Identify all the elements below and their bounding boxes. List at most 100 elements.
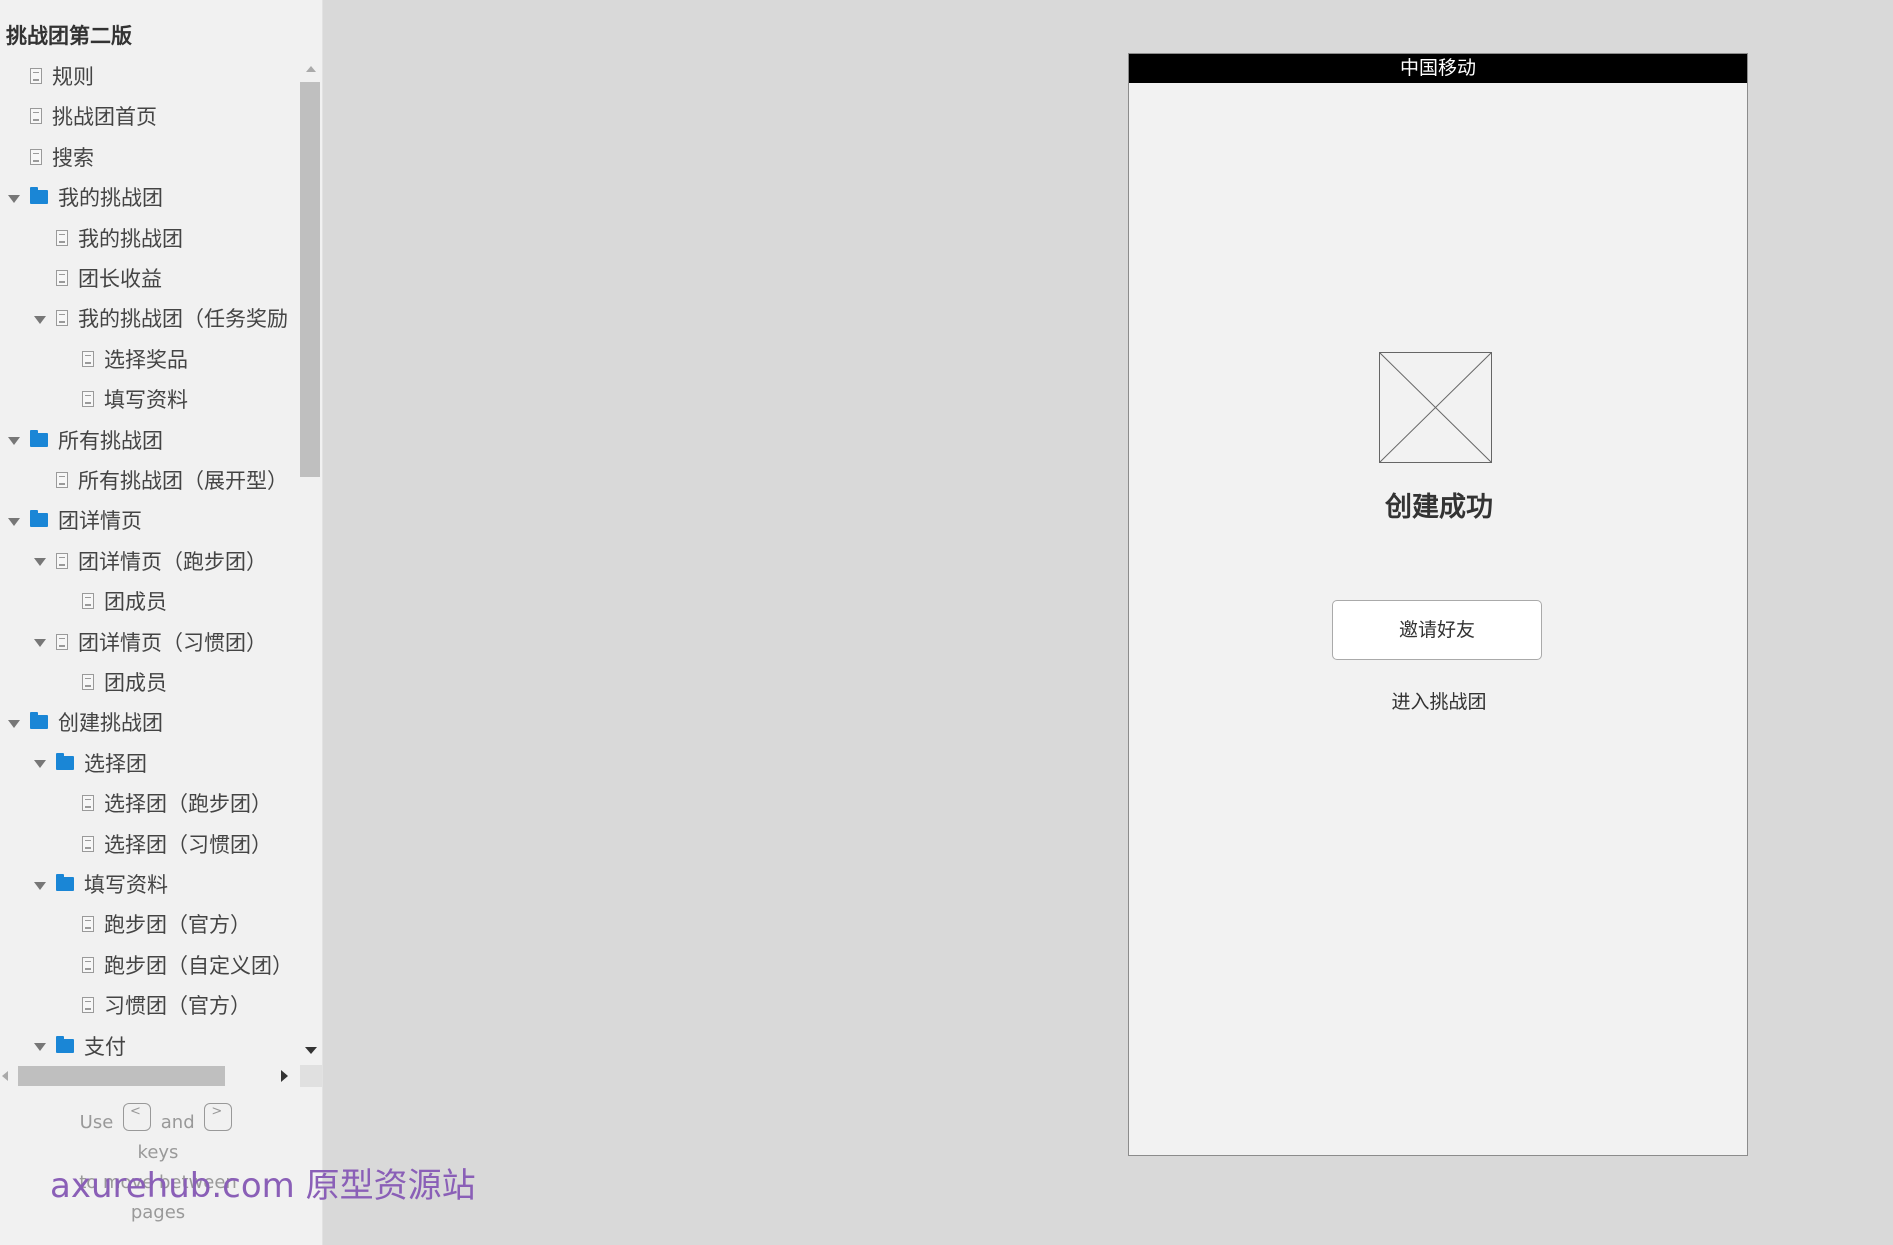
sitemap-folder-item[interactable]: 支付	[0, 1026, 300, 1056]
sitemap-page-item[interactable]: 选择团（跑步团）	[0, 783, 300, 823]
sitemap-folder-item[interactable]: 填写资料	[0, 864, 300, 904]
success-title: 创建成功	[1385, 492, 1493, 523]
sitemap-page-item[interactable]: 填写资料	[0, 379, 300, 419]
page-icon	[82, 916, 94, 933]
sitemap-item-label: 填写资料	[84, 873, 168, 897]
sitemap-page-item[interactable]: 跑步团（自定义团）	[0, 945, 300, 985]
vertical-scroll-thumb[interactable]	[300, 82, 320, 477]
sitemap-page-item[interactable]: 搜索	[0, 137, 300, 177]
watermark: axurehub.com 原型资源站	[50, 1166, 476, 1206]
sitemap-item-label: 我的挑战团（任务奖励	[78, 307, 288, 332]
sitemap-page-item[interactable]: 团长收益	[0, 258, 300, 298]
sitemap-page-item[interactable]: 规则	[0, 56, 300, 96]
page-icon	[82, 835, 94, 852]
triangle-down-icon[interactable]	[8, 437, 20, 446]
triangle-down-icon[interactable]	[8, 194, 20, 203]
triangle-down-icon[interactable]	[34, 558, 46, 567]
sitemap-item-label: 我的挑战团	[78, 226, 183, 251]
horizontal-scrollbar[interactable]	[0, 1065, 322, 1087]
scroll-down-arrow-icon[interactable]	[305, 1047, 317, 1054]
page-icon	[82, 593, 94, 610]
scroll-right-arrow-icon[interactable]	[281, 1070, 288, 1082]
invite-friends-button[interactable]: 邀请好友	[1332, 600, 1542, 660]
sitemap-page-item[interactable]: 选择奖品	[0, 339, 300, 379]
image-placeholder-icon	[1379, 352, 1492, 463]
page-icon	[30, 148, 42, 165]
hint-and-text: and	[160, 1112, 195, 1133]
folder-icon	[30, 712, 48, 730]
triangle-down-icon[interactable]	[8, 517, 20, 526]
page-icon	[82, 795, 94, 812]
sitemap-page-item[interactable]: 团详情页（跑步团）	[0, 541, 300, 581]
triangle-down-icon[interactable]	[34, 881, 46, 890]
page-icon	[82, 391, 94, 408]
sitemap-folder-item[interactable]: 所有挑战团	[0, 420, 300, 460]
scrollbar-corner	[300, 1065, 322, 1087]
sitemap-item-label: 团详情页	[58, 509, 142, 534]
sitemap-page-item[interactable]: 挑战团首页	[0, 96, 300, 136]
sitemap-page-item[interactable]: 团成员	[0, 662, 300, 702]
sitemap-item-label: 选择团	[84, 751, 147, 776]
folder-icon	[30, 187, 48, 205]
status-bar: 中国移动	[1129, 54, 1747, 83]
sitemap-item-label: 习惯团（官方）	[104, 994, 251, 1019]
sitemap-page-item[interactable]: 选择团（习惯团）	[0, 824, 300, 864]
sitemap-page-item[interactable]: 我的挑战团	[0, 218, 300, 258]
phone-prototype: 中国移动 创建成功 邀请好友 进入挑战团	[1128, 53, 1748, 1156]
triangle-down-icon[interactable]	[8, 719, 20, 728]
page-icon	[82, 350, 94, 367]
triangle-down-icon[interactable]	[34, 1043, 46, 1052]
sitemap-item-label: 选择团（跑步团）	[104, 792, 272, 817]
sitemap-item-label: 所有挑战团（展开型）	[78, 469, 288, 493]
sitemap-title: 挑战团第二版	[6, 24, 132, 48]
enter-challenge-group-link[interactable]: 进入挑战团	[1129, 687, 1749, 714]
page-icon	[56, 229, 68, 246]
sitemap-item-label: 团详情页（跑步团）	[78, 549, 267, 574]
sitemap-folder-item[interactable]: 团详情页	[0, 500, 300, 540]
triangle-down-icon[interactable]	[34, 639, 46, 648]
page-icon	[30, 68, 42, 84]
folder-icon	[56, 752, 74, 770]
page-icon	[56, 310, 68, 327]
triangle-down-icon[interactable]	[34, 315, 46, 324]
horizontal-scroll-thumb[interactable]	[18, 1066, 225, 1086]
sitemap-page-item[interactable]: 团详情页（习惯团）	[0, 622, 300, 662]
sitemap-item-label: 团成员	[104, 590, 167, 615]
sitemap-item-label: 跑步团（自定义团）	[104, 953, 293, 978]
sitemap-page-item[interactable]: 我的挑战团（任务奖励	[0, 298, 300, 338]
page-icon	[82, 997, 94, 1014]
hint-use-text: Use	[79, 1112, 114, 1133]
sitemap-item-label: 搜索	[52, 145, 94, 170]
sitemap-page-item[interactable]: 习惯团（官方）	[0, 985, 300, 1025]
sitemap-page-item[interactable]: 跑步团（官方）	[0, 904, 300, 944]
sitemap-item-label: 支付	[84, 1034, 126, 1056]
sitemap-tree: 规则 挑战团首页 搜索 我的挑战团 我的挑战团 团长收益 我的挑战团（任务奖励 选择奖品 填写资…	[0, 56, 300, 1056]
page-icon	[82, 674, 94, 690]
folder-icon	[30, 510, 48, 528]
scroll-left-arrow-icon[interactable]	[2, 1071, 8, 1081]
folder-icon	[30, 429, 48, 447]
triangle-down-icon[interactable]	[34, 760, 46, 769]
page-icon	[56, 270, 68, 286]
sitemap-item-label: 团成员	[104, 671, 167, 695]
sitemap-page-item[interactable]: 团成员	[0, 581, 300, 621]
page-icon	[30, 108, 42, 125]
sitemap-folder-item[interactable]: 创建挑战团	[0, 702, 300, 742]
folder-icon	[56, 874, 74, 891]
sitemap-folder-item[interactable]: 我的挑战团	[0, 177, 300, 217]
scroll-up-arrow-icon[interactable]	[306, 66, 316, 72]
sitemap-item-label: 填写资料	[104, 388, 188, 413]
sitemap-item-label: 我的挑战团	[58, 186, 163, 211]
sitemap-item-label: 创建挑战团	[58, 711, 163, 736]
sitemap-item-label: 团长收益	[78, 267, 162, 291]
sitemap-page-item[interactable]: 所有挑战团（展开型）	[0, 460, 300, 500]
page-icon	[56, 472, 68, 488]
prev-key-icon: <	[123, 1103, 152, 1131]
sitemap-folder-item[interactable]: 选择团	[0, 743, 300, 783]
sitemap-panel: 挑战团第二版 规则 挑战团首页 搜索 我的挑战团 我的挑战团 团长收益 我的挑战团（任务奖励…	[0, 0, 323, 1245]
vertical-scrollbar[interactable]	[300, 62, 322, 1064]
page-icon	[56, 633, 68, 650]
sitemap-item-label: 挑战团首页	[52, 105, 157, 130]
next-key-icon: >	[204, 1103, 233, 1131]
sitemap-item-label: 选择奖品	[104, 347, 188, 372]
